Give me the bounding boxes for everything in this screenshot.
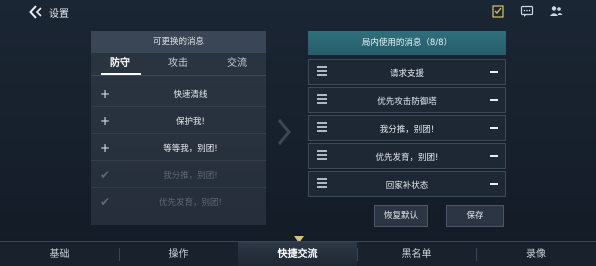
top-bar: 设置 — [0, 0, 596, 24]
tab-communicate[interactable]: 交流 — [212, 53, 262, 75]
bottom-nav: 基础 操作 快捷交流 黑名单 录像 — [0, 241, 596, 266]
available-message-row[interactable]: + 等等我，别团! — [91, 135, 266, 161]
available-message-row-selected: ✔ 优先发育，别团! — [91, 189, 266, 215]
message-text: 优先攻击防御塔 — [377, 97, 437, 107]
drag-handle-icon[interactable] — [317, 94, 327, 106]
message-text: 我分推，别团! — [379, 125, 435, 135]
chevron-right-icon — [277, 119, 291, 145]
available-messages-panel: 可更换的消息 防守 攻击 交流 + 快速清线 + 保护我! + 等等我，别团! … — [91, 31, 266, 225]
check-icon: ✔ — [100, 168, 111, 182]
message-text: 优先发育，别团! — [375, 153, 439, 163]
remove-icon[interactable] — [490, 183, 498, 185]
remove-icon[interactable] — [490, 71, 498, 73]
remove-icon[interactable] — [490, 127, 498, 129]
selected-message-row[interactable]: 优先发育，别团! — [308, 143, 506, 169]
save-button[interactable]: 保存 — [446, 205, 504, 227]
message-text: 等等我，别团! — [163, 144, 218, 154]
available-message-row-selected: ✔ 我分推，别团! — [91, 162, 266, 188]
checklist-icon[interactable] — [491, 4, 505, 18]
chat-icon[interactable] — [520, 4, 534, 18]
add-icon[interactable]: + — [100, 114, 110, 128]
nav-basic[interactable]: 基础 — [0, 242, 119, 266]
message-text: 保护我! — [176, 117, 205, 127]
selected-message-row[interactable]: 请求支援 — [308, 59, 506, 85]
page-title: 设置 — [49, 9, 69, 20]
remove-icon[interactable] — [490, 99, 498, 101]
message-text: 快速清线 — [173, 90, 208, 100]
available-message-row[interactable]: + 保护我! — [91, 108, 266, 134]
remove-icon[interactable] — [490, 155, 498, 157]
drag-handle-icon[interactable] — [317, 66, 327, 78]
selected-messages-panel: 局内使用的消息（8/8） 请求支援 优先攻击防御塔 我分推，别团! 优先发育，别… — [308, 31, 506, 199]
back-icon[interactable] — [29, 4, 45, 20]
message-category-tabs: 防守 攻击 交流 — [91, 53, 266, 76]
selected-message-row[interactable]: 我分推，别团! — [308, 115, 506, 141]
selected-messages-title: 局内使用的消息（8/8） — [308, 31, 506, 55]
message-text: 我分推，别团! — [163, 171, 218, 181]
selected-message-row[interactable]: 回家补状态 — [308, 171, 506, 197]
add-icon[interactable]: + — [100, 87, 110, 101]
drag-handle-icon[interactable] — [317, 178, 327, 190]
tab-defense[interactable]: 防守 — [95, 53, 145, 75]
check-icon: ✔ — [100, 195, 111, 209]
nav-replay[interactable]: 录像 — [476, 242, 596, 266]
nav-quick-chat[interactable]: 快捷交流 — [238, 242, 357, 266]
message-text: 请求支援 — [389, 69, 424, 79]
reset-default-button[interactable]: 恢复默认 — [374, 205, 428, 227]
add-icon[interactable]: + — [100, 141, 110, 155]
message-text: 优先发育，别团! — [159, 198, 222, 208]
friends-icon[interactable] — [549, 4, 563, 18]
tab-attack[interactable]: 攻击 — [153, 53, 203, 75]
selected-message-row[interactable]: 优先攻击防御塔 — [308, 87, 506, 113]
nav-blacklist[interactable]: 黑名单 — [357, 242, 476, 266]
available-message-row[interactable]: + 快速清线 — [91, 81, 266, 107]
drag-handle-icon[interactable] — [317, 122, 327, 134]
available-messages-title: 可更换的消息 — [91, 31, 266, 53]
drag-handle-icon[interactable] — [317, 150, 327, 162]
message-text: 回家补状态 — [385, 181, 429, 191]
nav-controls[interactable]: 操作 — [119, 242, 238, 266]
